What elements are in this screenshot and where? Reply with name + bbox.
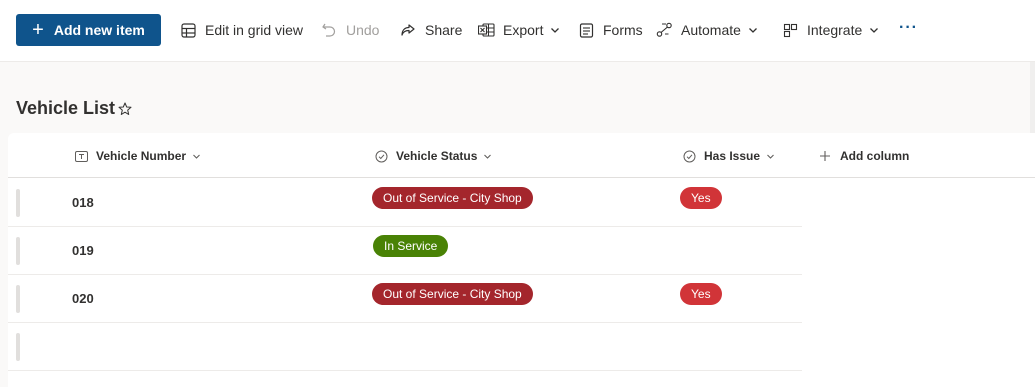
add-new-item-label: Add new item	[53, 22, 145, 38]
table-row[interactable]: 020 Out of Service - City Shop Yes	[8, 275, 802, 323]
undo-icon	[320, 21, 338, 39]
choice-field-icon	[683, 150, 696, 163]
choice-field-icon	[375, 150, 388, 163]
status-badge: Out of Service - City Shop	[372, 283, 533, 305]
integrate-icon	[781, 21, 799, 39]
plus-icon: +	[32, 19, 44, 41]
chevron-down-icon	[869, 25, 879, 35]
edit-grid-view-label: Edit in grid view	[205, 22, 304, 38]
vehicle-number-cell: 018	[72, 195, 94, 210]
vehicle-number-cell: 019	[72, 243, 94, 258]
column-header-label: Vehicle Number	[96, 149, 187, 163]
vehicle-number-cell: 020	[72, 291, 94, 306]
add-new-item-button[interactable]: + Add new item	[16, 14, 161, 46]
more-options-button[interactable]: ···	[899, 19, 918, 37]
table-row[interactable]	[8, 323, 802, 371]
add-column-button[interactable]: Add column	[819, 147, 909, 165]
status-badge: In Service	[373, 235, 449, 257]
row-selector[interactable]	[16, 333, 20, 361]
list-grid: Vehicle Number Vehicle Status Has Issue …	[8, 133, 1035, 387]
column-header-label: Vehicle Status	[396, 149, 478, 163]
issue-badge: Yes	[680, 283, 722, 305]
row-selector[interactable]	[16, 237, 20, 265]
automate-button[interactable]: Automate	[655, 19, 758, 41]
chevron-down-icon	[748, 25, 758, 35]
integrate-label: Integrate	[807, 22, 863, 38]
column-header-vehicle-number[interactable]: Vehicle Number	[75, 147, 201, 165]
column-header-label: Has Issue	[704, 149, 761, 163]
column-header-has-issue[interactable]: Has Issue	[683, 147, 775, 165]
plus-icon	[819, 150, 832, 163]
column-header-vehicle-status[interactable]: Vehicle Status	[375, 147, 492, 165]
chevron-down-icon	[483, 152, 492, 161]
status-badge: Out of Service - City Shop	[372, 187, 533, 209]
undo-label: Undo	[346, 22, 380, 38]
table-row[interactable]: 018 Out of Service - City Shop Yes	[8, 179, 802, 227]
share-icon	[399, 21, 417, 39]
integrate-button[interactable]: Integrate	[781, 19, 879, 41]
row-selector[interactable]	[16, 285, 20, 313]
row-selector[interactable]	[16, 189, 20, 217]
issue-badge: Yes	[680, 187, 722, 209]
form-icon	[577, 21, 595, 39]
list-title: Vehicle List	[16, 98, 116, 118]
header-divider	[8, 177, 1035, 178]
export-label: Export	[503, 22, 544, 38]
favorite-star-icon[interactable]	[118, 102, 132, 116]
flow-icon	[655, 21, 673, 39]
undo-button[interactable]: Undo	[320, 19, 379, 41]
share-button[interactable]: Share	[399, 19, 462, 41]
forms-label: Forms	[603, 22, 643, 38]
chevron-down-icon	[766, 152, 775, 161]
chevron-down-icon	[550, 25, 560, 35]
chevron-down-icon	[192, 152, 201, 161]
grid-icon	[179, 21, 197, 39]
excel-icon	[477, 21, 495, 39]
command-bar: + Add new item Edit in grid view Undo Sh…	[0, 0, 1035, 62]
text-field-icon	[75, 150, 88, 163]
add-column-label: Add column	[840, 149, 910, 163]
table-row[interactable]: 019 In Service	[8, 227, 802, 275]
automate-label: Automate	[681, 22, 741, 38]
export-button[interactable]: Export	[477, 19, 560, 41]
edit-grid-view-button[interactable]: Edit in grid view	[179, 19, 303, 41]
share-label: Share	[425, 22, 463, 38]
forms-button[interactable]: Forms	[577, 19, 643, 41]
